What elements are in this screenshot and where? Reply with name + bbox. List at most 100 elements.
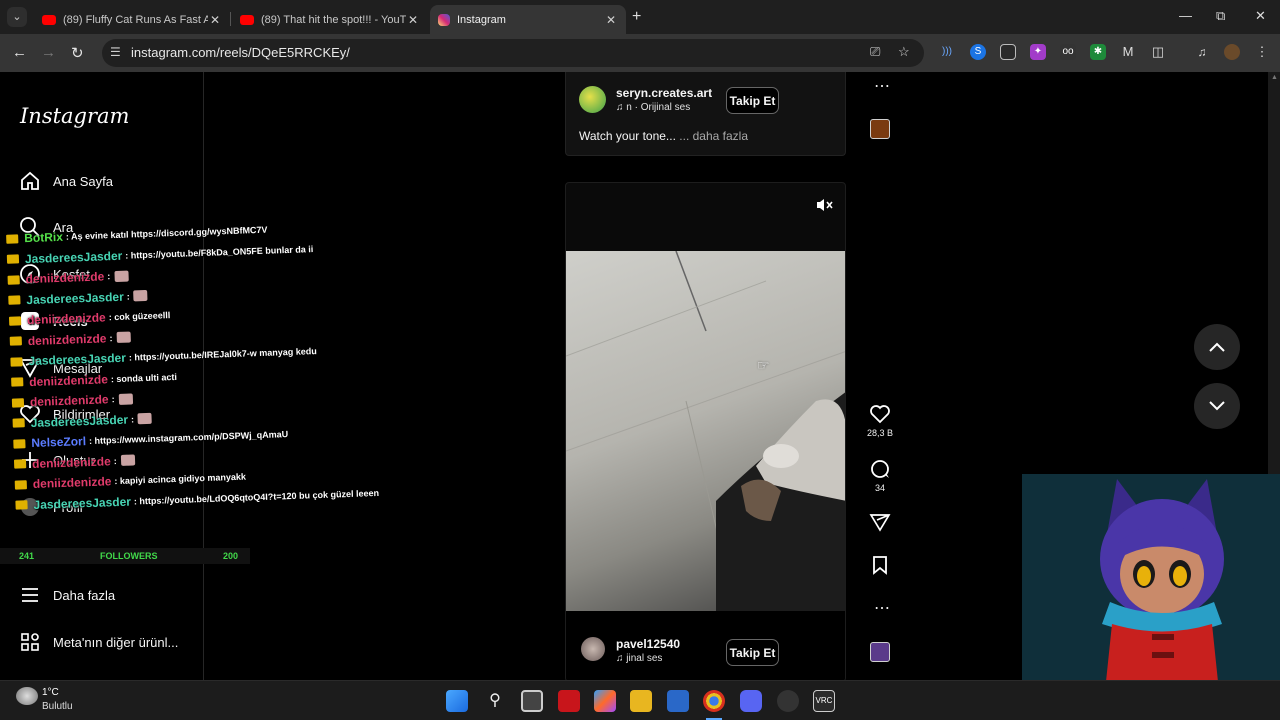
file-explorer-icon[interactable] <box>630 690 652 712</box>
weather-temp[interactable]: 1°C <box>42 687 59 698</box>
audio-thumbnail[interactable] <box>870 642 890 662</box>
reload-icon[interactable]: ↻ <box>71 44 84 62</box>
new-tab-icon[interactable]: + <box>632 8 641 26</box>
address-bar[interactable]: ☰ instagram.com/reels/DQeE5RRCKEy/ ⎚ ☆ <box>102 39 924 67</box>
more-options-icon[interactable]: ⋯ <box>874 76 890 96</box>
tab-fluffy-cat[interactable]: (89) Fluffy Cat Runs As Fast As / ✕ <box>34 5 230 34</box>
bookmark-star-icon[interactable]: ☆ <box>898 44 910 60</box>
more-options-icon[interactable]: ⋯ <box>874 598 890 618</box>
nav-search[interactable]: Ara <box>18 212 73 242</box>
url-text[interactable]: instagram.com/reels/DQeE5RRCKEy/ <box>131 45 350 60</box>
chrome-icon[interactable] <box>703 690 725 712</box>
comment-icon[interactable] <box>869 459 891 479</box>
avatar[interactable] <box>579 86 606 113</box>
windows-start-icon[interactable] <box>446 690 468 712</box>
m365-icon[interactable] <box>594 690 616 712</box>
muted-speaker-icon[interactable] <box>812 195 836 219</box>
heart-icon <box>18 402 42 426</box>
audio-label[interactable]: jinal ses <box>626 653 662 664</box>
follow-button[interactable]: Takip Et <box>726 87 779 114</box>
extension-green-icon[interactable]: ✱ <box>1090 44 1106 60</box>
reel-video[interactable] <box>566 251 845 611</box>
weather-cloud-icon[interactable] <box>16 687 38 705</box>
chrome-menu-icon[interactable]: ⋮ <box>1254 44 1270 60</box>
reels-icon <box>18 309 42 333</box>
store-icon[interactable] <box>667 690 689 712</box>
tab-search-chevron-icon[interactable]: ⌄ <box>7 7 27 27</box>
heart-icon[interactable] <box>869 404 891 424</box>
comment-count: 34 <box>874 483 885 493</box>
nav-profile[interactable]: Profil <box>18 492 83 522</box>
tab-instagram[interactable]: Instagram ✕ <box>430 5 626 34</box>
home-icon <box>18 169 42 193</box>
obs-icon[interactable] <box>777 690 799 712</box>
share-action[interactable] <box>867 512 893 532</box>
previous-reel-button[interactable] <box>1194 324 1240 370</box>
more-link[interactable]: ... daha fazla <box>679 129 748 143</box>
tab-that-hit-the-spot[interactable]: (89) That hit the spot!!! - YouTu ✕ <box>232 5 428 34</box>
save-action[interactable] <box>867 555 893 575</box>
profile-icon <box>18 495 42 519</box>
nav-notifications[interactable]: Bildirimler <box>18 399 110 429</box>
audio-thumbnail[interactable] <box>870 119 890 139</box>
video-frame <box>566 251 845 611</box>
extension-m-icon[interactable]: M <box>1120 44 1136 60</box>
tab-title: (89) That hit the spot!!! - YouTu <box>261 13 406 26</box>
extension-wave-icon[interactable]: ))) <box>939 44 955 60</box>
forward-icon[interactable]: → <box>41 44 56 61</box>
extension-glasses-icon[interactable]: oo <box>1060 44 1076 60</box>
vrchat-icon[interactable]: VRC <box>813 690 835 712</box>
extension-purple-icon[interactable]: ✦ <box>1030 44 1046 60</box>
username[interactable]: pavel12540 <box>616 637 680 651</box>
minimize-icon[interactable]: — <box>1179 8 1192 23</box>
instagram-sidebar: Instagram Ana Sayfa Ara Keşfet Reels Mes… <box>0 72 204 680</box>
nav-more[interactable]: Daha fazla <box>18 580 115 610</box>
close-icon[interactable]: ✕ <box>406 13 420 27</box>
nav-reels[interactable]: Reels <box>18 306 88 336</box>
close-icon[interactable]: ✕ <box>208 13 222 27</box>
nav-meta-products[interactable]: Meta'nın diğer ürünl... <box>18 627 178 657</box>
profile-avatar[interactable] <box>1224 44 1240 60</box>
page-scrollbar[interactable]: ▲ <box>1268 72 1280 480</box>
extensions-puzzle-icon[interactable]: ◫ <box>1150 44 1166 60</box>
site-info-icon[interactable]: ☰ <box>110 45 121 59</box>
nav-label: Daha fazla <box>53 587 116 603</box>
music-note-icon: ♫ <box>616 102 627 113</box>
task-view-icon[interactable] <box>521 690 543 712</box>
discord-icon[interactable] <box>740 690 762 712</box>
media-controls-icon[interactable]: ♫ <box>1194 44 1210 60</box>
nav-label: Meta'nın diğer ürünl... <box>53 634 179 650</box>
comment-action[interactable]: 34 <box>867 459 893 493</box>
extension-pip-icon[interactable] <box>1000 44 1016 60</box>
avatar[interactable] <box>581 637 605 661</box>
followers-left: 241 <box>19 551 35 561</box>
username[interactable]: seryn.creates.art <box>616 86 712 100</box>
follow-button[interactable]: Takip Et <box>726 639 779 666</box>
tab-title: (89) Fluffy Cat Runs As Fast As / <box>63 13 208 26</box>
extension-shazam-icon[interactable]: S <box>970 44 986 60</box>
window-close-icon[interactable]: ✕ <box>1255 8 1266 24</box>
like-action[interactable]: 28,3 B <box>867 404 893 438</box>
instagram-logo[interactable]: Instagram <box>20 104 129 128</box>
weather-desc[interactable]: Bulutlu <box>42 701 73 712</box>
scroll-up-arrow[interactable]: ▲ <box>1271 74 1278 82</box>
close-icon[interactable]: ✕ <box>604 13 618 27</box>
browser-toolbar: ← → ↻ ☰ instagram.com/reels/DQeE5RRCKEy/… <box>0 34 1280 72</box>
nav-create[interactable]: Oluştur <box>18 445 95 475</box>
install-app-icon[interactable]: ⎚ <box>870 44 880 60</box>
audio-label[interactable]: n · Orijinal ses <box>626 102 690 113</box>
send-icon[interactable] <box>869 512 891 532</box>
next-reel-button[interactable] <box>1194 383 1240 429</box>
current-reel[interactable]: pavel12540 ♫ jinal ses Takip Et <box>565 182 846 682</box>
nav-label: Oluştur <box>53 452 95 468</box>
taskbar-search-icon[interactable]: ⚲ <box>484 690 506 712</box>
caption: Watch your tone... ... daha fazla <box>579 129 748 143</box>
nav-messages[interactable]: Mesajlar <box>18 353 102 383</box>
back-icon[interactable]: ← <box>12 44 27 61</box>
youtube-icon <box>42 14 56 25</box>
bookmark-icon[interactable] <box>871 555 889 575</box>
nav-home[interactable]: Ana Sayfa <box>18 166 113 196</box>
restore-icon[interactable]: ⧉ <box>1216 8 1225 24</box>
nav-explore[interactable]: Keşfet <box>18 259 90 289</box>
app-l-icon[interactable] <box>558 690 580 712</box>
